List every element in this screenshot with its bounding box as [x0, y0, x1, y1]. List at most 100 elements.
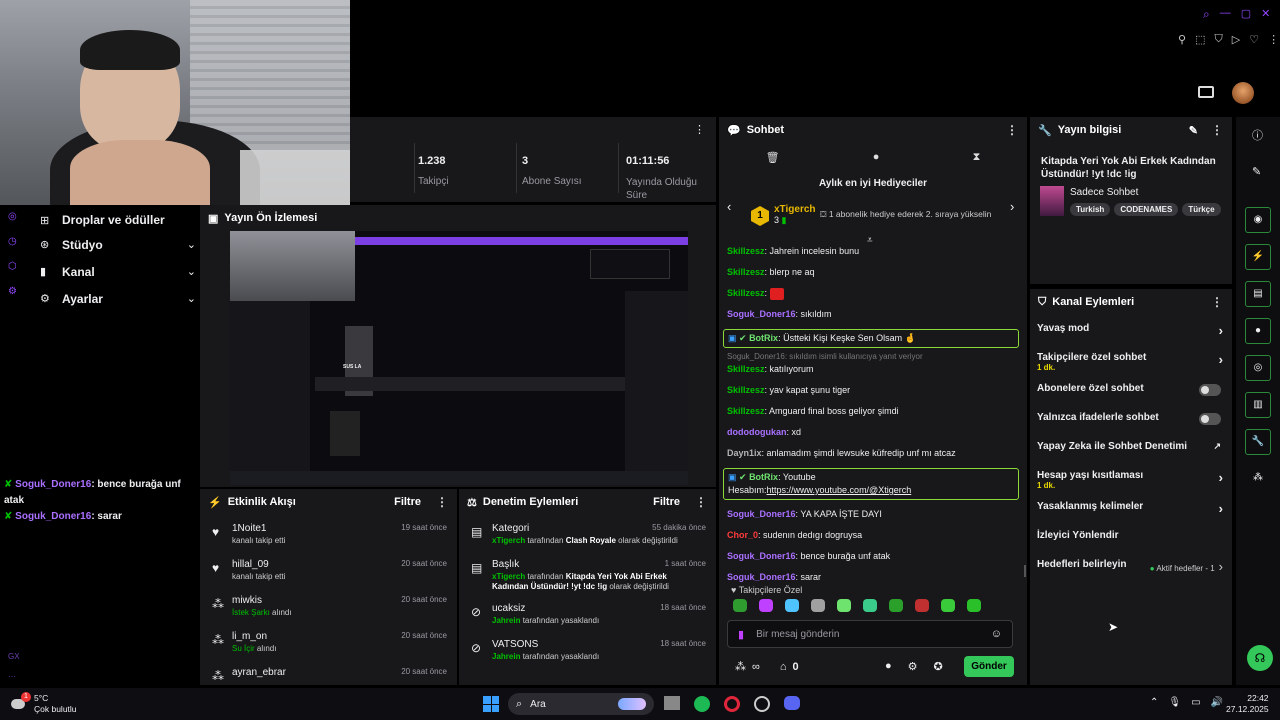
channel-action-item[interactable]: Yavaş mod ›	[1037, 323, 1225, 352]
close-icon[interactable]: ✕	[1261, 7, 1270, 22]
chat-settings-icon[interactable]: ●	[873, 151, 880, 164]
cube-icon[interactable]: ⬡	[8, 261, 17, 272]
chat-username[interactable]: Soguk_Doner16	[727, 509, 796, 519]
activity-user[interactable]: hillal_09	[232, 559, 401, 570]
sidebar-item-channel[interactable]: ▮ Kanal ⌄	[40, 258, 196, 285]
emote-icon[interactable]	[733, 599, 747, 612]
top-gifter[interactable]: xTigerch 3 ▮	[774, 204, 816, 226]
trash-icon[interactable]: 🗑	[766, 151, 780, 164]
chat-message[interactable]: Skillzesz: Jahrein incelesin bunu	[727, 245, 1019, 258]
channel-action-item[interactable]: Hedefleri belirleyin ● Aktif hedefler - 1…	[1037, 559, 1225, 588]
sidebar-item-settings[interactable]: ⚙ Ayarlar ⌄	[40, 285, 196, 312]
camera-icon[interactable]: ◉	[1245, 207, 1271, 233]
activity-item[interactable]: ⁂ ayran_ebrar 20 saat önce	[200, 659, 457, 685]
minimize-icon[interactable]: —	[1220, 7, 1231, 22]
windows-start-icon[interactable]	[483, 696, 499, 712]
moderator-name[interactable]: Jahrein	[492, 616, 520, 625]
emote-icon[interactable]	[811, 599, 825, 612]
emote-icon[interactable]	[967, 599, 981, 612]
chat-message[interactable]: dododogukan: xd	[727, 426, 1019, 439]
chat-username[interactable]: Skillzesz	[727, 364, 765, 374]
menu-button[interactable]: ⋮	[1210, 295, 1224, 309]
chat-input[interactable]: ▮ Bir mesaj gönderin ☺	[727, 620, 1013, 648]
volume-icon[interactable]: 🔊	[1211, 697, 1223, 708]
chat-message[interactable]: Soguk_Doner16: sıkıldım isimli kullanıcı…	[727, 350, 1019, 376]
activity-user[interactable]: miwkis	[232, 595, 401, 606]
avatar[interactable]	[1232, 82, 1254, 104]
menu-button[interactable]: ⋮	[694, 495, 708, 509]
send-button[interactable]: Gönder	[964, 656, 1014, 677]
chat-message[interactable]: Dayn1ix: anlamadım şimdi lewsuke küfredi…	[727, 447, 1019, 460]
channel-action-item[interactable]: İzleyici Yönlendir	[1037, 530, 1225, 559]
points-icon[interactable]: ⁂	[735, 660, 746, 673]
moderator-name[interactable]: xTigerch	[492, 536, 525, 545]
extension-icon[interactable]: ✪	[934, 660, 943, 673]
chat-message[interactable]: ▣ ✔ BotRix: Üstteki Kişi Keşke Sen Olsam…	[723, 329, 1019, 348]
gear-icon[interactable]: ⚙	[908, 660, 918, 673]
chat-message[interactable]: Soguk_Doner16: bence burağa unf atak	[727, 550, 1019, 563]
emote-icon[interactable]	[915, 599, 929, 612]
chat-settings-icon[interactable]: ●	[885, 660, 892, 673]
tag[interactable]: CODENAMES	[1114, 203, 1179, 216]
taskbar-search[interactable]: ⌕ Ara	[508, 693, 654, 715]
filter-button[interactable]: Filtre	[394, 496, 421, 508]
search-icon[interactable]: ⌕	[1203, 7, 1210, 22]
menu-button[interactable]: ⋮	[435, 495, 449, 509]
weather-icon[interactable]: 1	[11, 692, 31, 712]
chevron-left-icon[interactable]: ‹	[727, 199, 731, 214]
chat-message[interactable]: Skillzesz: yav kapat şunu tiger	[727, 384, 1019, 397]
channel-action-item[interactable]: Abonelere özel sohbet	[1037, 383, 1225, 412]
chat-username[interactable]: Skillzesz	[727, 385, 765, 395]
chat-username[interactable]: Skillzesz	[727, 246, 765, 256]
activity-item[interactable]: ⁂ miwkis 20 saat önce İstek Şarkı alındı	[200, 587, 457, 623]
sidebar-item-drops[interactable]: ⊞ Droplar ve ödüller	[40, 209, 196, 231]
emote-icon[interactable]	[863, 599, 877, 612]
hourglass-icon[interactable]: ⧗	[973, 151, 981, 164]
emoji-icon[interactable]: ☺	[991, 628, 1002, 640]
channel-action-item[interactable]: Yasaklanmış kelimeler ›	[1037, 501, 1225, 530]
emote-icon[interactable]	[837, 599, 851, 612]
chat-message[interactable]: Soguk_Doner16: sarar	[727, 571, 1019, 584]
menu-button[interactable]: ⋮	[1210, 123, 1224, 137]
clipboard-icon[interactable]: ▤	[1245, 281, 1271, 307]
menu-button[interactable]: ⋮	[1005, 123, 1019, 137]
emote-icon[interactable]	[759, 599, 773, 612]
chat-username[interactable]: Soguk_Doner16	[727, 309, 796, 319]
chat-username[interactable]: BotRix	[749, 472, 778, 482]
chat-username[interactable]: Skillzesz	[727, 267, 765, 277]
chat-username[interactable]: Chor_0	[727, 530, 758, 540]
obs-icon[interactable]	[754, 696, 770, 712]
chat-username[interactable]: dododogukan	[727, 427, 787, 437]
weather-widget[interactable]: 5°C Çok bulutlu	[34, 693, 77, 715]
chat-username[interactable]: Soguk_Doner16	[727, 572, 796, 582]
moderation-item[interactable]: ⊘ ucaksiz 18 saat önce Jahrein tarafından y…	[459, 595, 716, 631]
wrench-icon[interactable]: 🔧	[1245, 429, 1271, 455]
chat-message[interactable]: Soguk_Doner16: YA KAPA İŞTE DAYI	[727, 508, 1019, 521]
channel-action-item[interactable]: Yapay Zeka ile Sohbet Denetimi ↗	[1037, 441, 1225, 470]
pin-icon[interactable]: ⚲	[1178, 33, 1186, 46]
chat-message[interactable]: Skillzesz:	[727, 287, 1019, 300]
clock-icon[interactable]: ◷	[8, 236, 17, 247]
info-icon[interactable]: ⓘ	[1252, 127, 1263, 143]
chat-message[interactable]: ▣ ✔ BotRix: Youtube Hesabım:https://www.y…	[723, 468, 1019, 500]
gear-icon[interactable]: ⚙	[8, 286, 17, 297]
chat-message[interactable]: Skillzesz: Amguard final boss geliyor şi…	[727, 405, 1019, 418]
task-view-icon[interactable]	[664, 696, 680, 710]
heart-outline-icon[interactable]: ♡	[1249, 33, 1259, 46]
maximize-icon[interactable]: ▢	[1241, 7, 1251, 22]
chevron-up-icon[interactable]: ⌃	[1150, 697, 1158, 708]
activity-item[interactable]: ⁂ li_m_on 20 saat önce Su İçir alındı	[200, 623, 457, 659]
chat-link[interactable]: https://www.youtube.com/@Xtigerch	[767, 485, 912, 495]
moderation-item[interactable]: ▤ Başlık 1 saat önce xTigerch tarafından Ki…	[459, 551, 716, 595]
activity-user[interactable]: ayran_ebrar	[232, 667, 401, 678]
scrollbar[interactable]	[1024, 565, 1026, 577]
screenshot-icon[interactable]: ⬚	[1195, 33, 1205, 46]
chat-username[interactable]: Soguk_Doner16	[727, 551, 796, 561]
chat-username[interactable]: BotRix	[749, 333, 778, 343]
menu-icon[interactable]: ⋮	[1268, 33, 1279, 46]
network-icon[interactable]: ▭	[1191, 697, 1200, 708]
emote-icon[interactable]	[785, 599, 799, 612]
chat-username[interactable]: Skillzesz	[727, 288, 765, 298]
spotify-icon[interactable]	[694, 696, 710, 712]
moderation-item[interactable]: ▤ Kategori 55 dakika önce xTigerch tarafınd…	[459, 515, 716, 551]
